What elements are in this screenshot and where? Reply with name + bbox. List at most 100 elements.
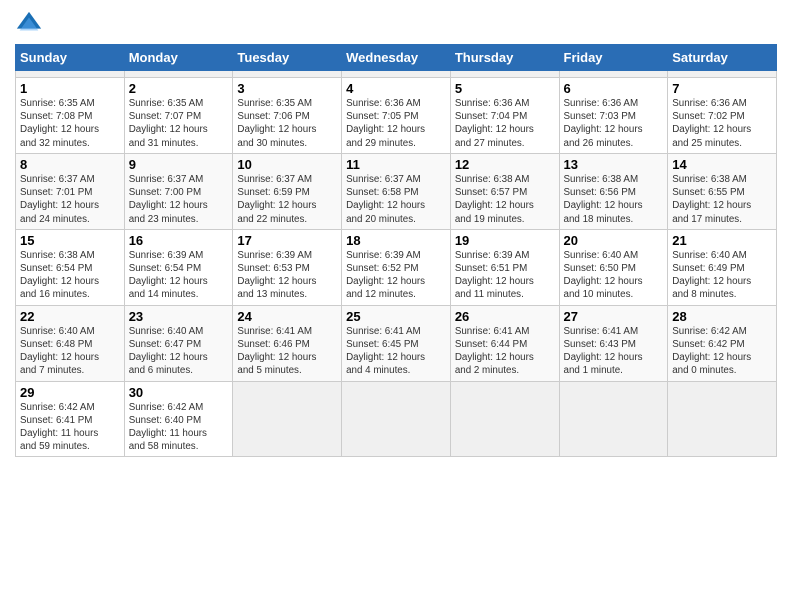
day-number: 24 <box>237 309 337 324</box>
day-info: Sunrise: 6:39 AM Sunset: 6:52 PM Dayligh… <box>346 249 446 302</box>
calendar-day-cell <box>668 381 777 457</box>
calendar-day-cell: 6Sunrise: 6:36 AM Sunset: 7:03 PM Daylig… <box>559 78 668 154</box>
calendar-day-cell <box>342 71 451 78</box>
calendar-day-cell <box>450 71 559 78</box>
calendar-day-cell: 1Sunrise: 6:35 AM Sunset: 7:08 PM Daylig… <box>16 78 125 154</box>
calendar-day-cell: 18Sunrise: 6:39 AM Sunset: 6:52 PM Dayli… <box>342 229 451 305</box>
calendar-day-cell: 17Sunrise: 6:39 AM Sunset: 6:53 PM Dayli… <box>233 229 342 305</box>
day-number: 7 <box>672 81 772 96</box>
calendar-day-cell: 14Sunrise: 6:38 AM Sunset: 6:55 PM Dayli… <box>668 153 777 229</box>
day-number: 14 <box>672 157 772 172</box>
calendar-week-row: 1Sunrise: 6:35 AM Sunset: 7:08 PM Daylig… <box>16 78 777 154</box>
day-number: 4 <box>346 81 446 96</box>
day-info: Sunrise: 6:40 AM Sunset: 6:49 PM Dayligh… <box>672 249 772 302</box>
calendar-week-row: 22Sunrise: 6:40 AM Sunset: 6:48 PM Dayli… <box>16 305 777 381</box>
calendar-day-cell: 4Sunrise: 6:36 AM Sunset: 7:05 PM Daylig… <box>342 78 451 154</box>
logo <box>15 10 47 38</box>
day-info: Sunrise: 6:37 AM Sunset: 7:00 PM Dayligh… <box>129 173 229 226</box>
weekday-header-friday: Friday <box>559 45 668 71</box>
calendar-day-cell: 16Sunrise: 6:39 AM Sunset: 6:54 PM Dayli… <box>124 229 233 305</box>
calendar-week-row: 29Sunrise: 6:42 AM Sunset: 6:41 PM Dayli… <box>16 381 777 457</box>
day-number: 5 <box>455 81 555 96</box>
day-number: 15 <box>20 233 120 248</box>
day-number: 23 <box>129 309 229 324</box>
weekday-header-saturday: Saturday <box>668 45 777 71</box>
day-number: 28 <box>672 309 772 324</box>
day-number: 17 <box>237 233 337 248</box>
day-number: 3 <box>237 81 337 96</box>
calendar-day-cell: 19Sunrise: 6:39 AM Sunset: 6:51 PM Dayli… <box>450 229 559 305</box>
day-info: Sunrise: 6:39 AM Sunset: 6:53 PM Dayligh… <box>237 249 337 302</box>
day-info: Sunrise: 6:36 AM Sunset: 7:03 PM Dayligh… <box>564 97 664 150</box>
day-number: 12 <box>455 157 555 172</box>
calendar-week-row: 15Sunrise: 6:38 AM Sunset: 6:54 PM Dayli… <box>16 229 777 305</box>
calendar-day-cell <box>559 71 668 78</box>
day-info: Sunrise: 6:38 AM Sunset: 6:54 PM Dayligh… <box>20 249 120 302</box>
day-number: 21 <box>672 233 772 248</box>
calendar-day-cell <box>342 381 451 457</box>
weekday-header-monday: Monday <box>124 45 233 71</box>
day-number: 1 <box>20 81 120 96</box>
day-info: Sunrise: 6:40 AM Sunset: 6:50 PM Dayligh… <box>564 249 664 302</box>
calendar-day-cell: 9Sunrise: 6:37 AM Sunset: 7:00 PM Daylig… <box>124 153 233 229</box>
day-number: 19 <box>455 233 555 248</box>
day-number: 9 <box>129 157 229 172</box>
day-info: Sunrise: 6:39 AM Sunset: 6:51 PM Dayligh… <box>455 249 555 302</box>
calendar-day-cell <box>450 381 559 457</box>
calendar-week-row: 8Sunrise: 6:37 AM Sunset: 7:01 PM Daylig… <box>16 153 777 229</box>
calendar-day-cell <box>233 381 342 457</box>
day-number: 11 <box>346 157 446 172</box>
calendar-day-cell <box>124 71 233 78</box>
day-info: Sunrise: 6:42 AM Sunset: 6:41 PM Dayligh… <box>20 401 120 454</box>
day-number: 20 <box>564 233 664 248</box>
calendar-day-cell: 7Sunrise: 6:36 AM Sunset: 7:02 PM Daylig… <box>668 78 777 154</box>
day-number: 16 <box>129 233 229 248</box>
day-number: 6 <box>564 81 664 96</box>
weekday-header-tuesday: Tuesday <box>233 45 342 71</box>
day-info: Sunrise: 6:35 AM Sunset: 7:08 PM Dayligh… <box>20 97 120 150</box>
calendar-day-cell: 27Sunrise: 6:41 AM Sunset: 6:43 PM Dayli… <box>559 305 668 381</box>
weekday-header-sunday: Sunday <box>16 45 125 71</box>
day-info: Sunrise: 6:41 AM Sunset: 6:45 PM Dayligh… <box>346 325 446 378</box>
day-number: 30 <box>129 385 229 400</box>
calendar-day-cell: 25Sunrise: 6:41 AM Sunset: 6:45 PM Dayli… <box>342 305 451 381</box>
day-info: Sunrise: 6:38 AM Sunset: 6:57 PM Dayligh… <box>455 173 555 226</box>
calendar-day-cell <box>233 71 342 78</box>
calendar-day-cell: 24Sunrise: 6:41 AM Sunset: 6:46 PM Dayli… <box>233 305 342 381</box>
logo-icon <box>15 10 43 38</box>
calendar-day-cell: 13Sunrise: 6:38 AM Sunset: 6:56 PM Dayli… <box>559 153 668 229</box>
weekday-header-thursday: Thursday <box>450 45 559 71</box>
day-info: Sunrise: 6:36 AM Sunset: 7:04 PM Dayligh… <box>455 97 555 150</box>
calendar-day-cell <box>559 381 668 457</box>
calendar-day-cell: 21Sunrise: 6:40 AM Sunset: 6:49 PM Dayli… <box>668 229 777 305</box>
day-number: 13 <box>564 157 664 172</box>
calendar-day-cell: 12Sunrise: 6:38 AM Sunset: 6:57 PM Dayli… <box>450 153 559 229</box>
calendar-day-cell: 8Sunrise: 6:37 AM Sunset: 7:01 PM Daylig… <box>16 153 125 229</box>
day-info: Sunrise: 6:38 AM Sunset: 6:55 PM Dayligh… <box>672 173 772 226</box>
day-number: 25 <box>346 309 446 324</box>
calendar-day-cell: 15Sunrise: 6:38 AM Sunset: 6:54 PM Dayli… <box>16 229 125 305</box>
calendar-day-cell: 26Sunrise: 6:41 AM Sunset: 6:44 PM Dayli… <box>450 305 559 381</box>
calendar-day-cell: 23Sunrise: 6:40 AM Sunset: 6:47 PM Dayli… <box>124 305 233 381</box>
day-number: 22 <box>20 309 120 324</box>
calendar-day-cell: 11Sunrise: 6:37 AM Sunset: 6:58 PM Dayli… <box>342 153 451 229</box>
day-info: Sunrise: 6:42 AM Sunset: 6:40 PM Dayligh… <box>129 401 229 454</box>
day-info: Sunrise: 6:39 AM Sunset: 6:54 PM Dayligh… <box>129 249 229 302</box>
day-info: Sunrise: 6:40 AM Sunset: 6:48 PM Dayligh… <box>20 325 120 378</box>
day-number: 10 <box>237 157 337 172</box>
day-number: 27 <box>564 309 664 324</box>
day-info: Sunrise: 6:36 AM Sunset: 7:05 PM Dayligh… <box>346 97 446 150</box>
day-number: 26 <box>455 309 555 324</box>
calendar-container: SundayMondayTuesdayWednesdayThursdayFrid… <box>0 0 792 467</box>
calendar-day-cell: 28Sunrise: 6:42 AM Sunset: 6:42 PM Dayli… <box>668 305 777 381</box>
day-number: 8 <box>20 157 120 172</box>
weekday-header-row: SundayMondayTuesdayWednesdayThursdayFrid… <box>16 45 777 71</box>
day-info: Sunrise: 6:37 AM Sunset: 6:58 PM Dayligh… <box>346 173 446 226</box>
calendar-day-cell: 30Sunrise: 6:42 AM Sunset: 6:40 PM Dayli… <box>124 381 233 457</box>
day-info: Sunrise: 6:42 AM Sunset: 6:42 PM Dayligh… <box>672 325 772 378</box>
calendar-day-cell <box>668 71 777 78</box>
calendar-day-cell: 22Sunrise: 6:40 AM Sunset: 6:48 PM Dayli… <box>16 305 125 381</box>
day-info: Sunrise: 6:35 AM Sunset: 7:07 PM Dayligh… <box>129 97 229 150</box>
day-info: Sunrise: 6:40 AM Sunset: 6:47 PM Dayligh… <box>129 325 229 378</box>
header <box>15 10 777 38</box>
